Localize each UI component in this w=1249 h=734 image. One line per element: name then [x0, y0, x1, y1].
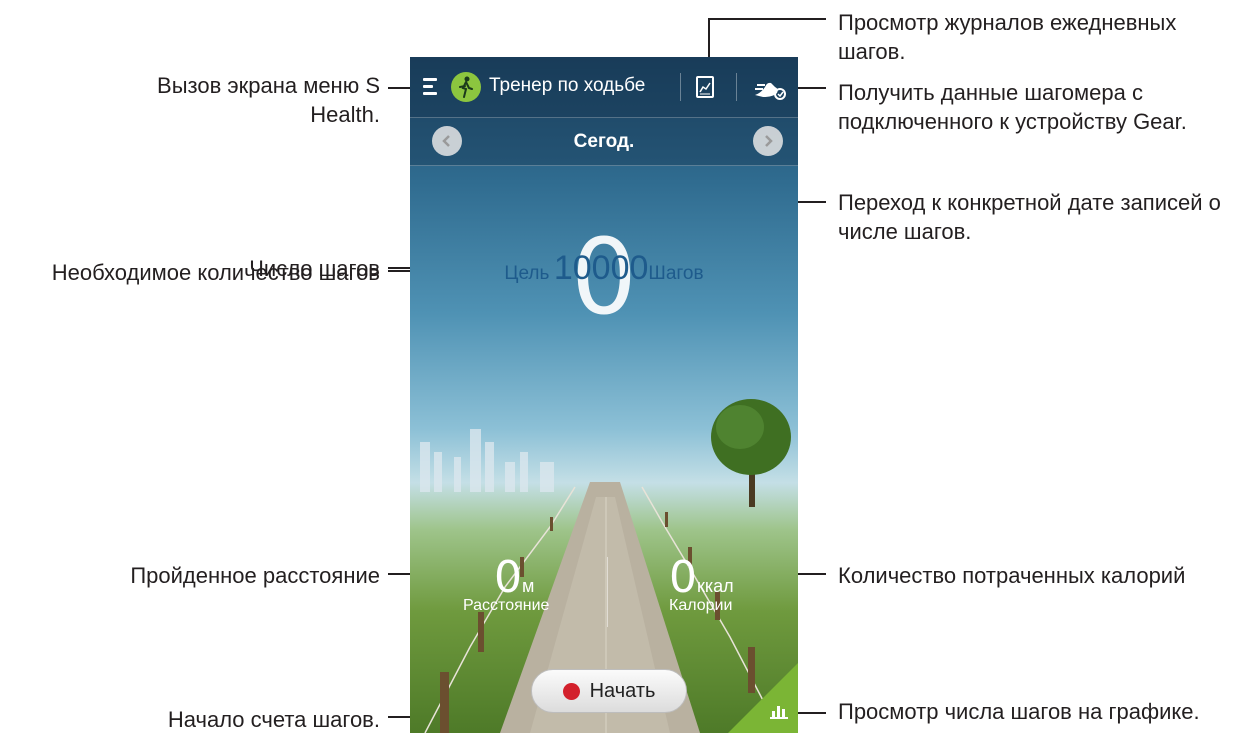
leader-chart [795, 712, 826, 714]
daily-log-icon[interactable] [696, 76, 714, 98]
date-navigation: Сегод. [410, 118, 798, 166]
start-button[interactable]: Начать [531, 669, 687, 713]
annotation-start: Начало счета шагов. [167, 707, 380, 732]
chevron-right-icon[interactable] [753, 126, 783, 156]
app-header: Тренер по ходьбе [410, 57, 798, 118]
chart-corner[interactable] [728, 663, 798, 733]
distance-value: 0м [494, 552, 534, 603]
gear-sync-icon[interactable] [753, 75, 787, 101]
leader-log-h [709, 18, 826, 20]
annotation-gear: Получить данные шагомера с подключенного… [838, 80, 1187, 134]
start-label: Начать [589, 679, 656, 702]
annotation-log: Просмотр журналов ежедневных шагов. [838, 10, 1177, 64]
distance-number: 0 [494, 552, 522, 603]
step-goal: Цель 10000Шагов [410, 249, 798, 288]
calories-unit: ккал [697, 576, 734, 596]
header-divider [680, 73, 681, 101]
goal-prefix: Цель [504, 263, 550, 284]
menu-icon[interactable] [423, 78, 437, 96]
annotation-menu: Вызов экрана меню S Health. [157, 73, 380, 127]
goal-unit: Шагов [648, 263, 704, 284]
walker-icon [451, 72, 481, 102]
calories-value: 0ккал [669, 552, 734, 603]
annotation-distance: Пройденное расстояние [130, 563, 380, 588]
app-title: Тренер по ходьбе [489, 75, 646, 96]
annotation-calories: Количество потраченных калорий [838, 563, 1186, 588]
calories-label: Калории [669, 597, 733, 614]
date-label[interactable]: Сегод. [410, 131, 798, 153]
calories-number: 0 [669, 552, 697, 603]
record-icon [562, 682, 580, 700]
phone-screen: Тренер по ходьбе Сегод. 0 Цель 10000Шаго… [410, 57, 798, 733]
annotation-date: Переход к конкретной дате записей о числ… [838, 190, 1221, 244]
distance-unit: м [522, 576, 535, 596]
goal-value: 10000 [553, 249, 649, 287]
distance-label: Расстояние [463, 597, 550, 614]
stats-divider [607, 557, 608, 627]
bar-chart-icon[interactable] [770, 703, 788, 719]
annotation-chart: Просмотр числа шагов на графике. [838, 699, 1200, 724]
header-divider [736, 73, 737, 101]
annotation-goal: Необходимое количество шагов [51, 260, 380, 285]
